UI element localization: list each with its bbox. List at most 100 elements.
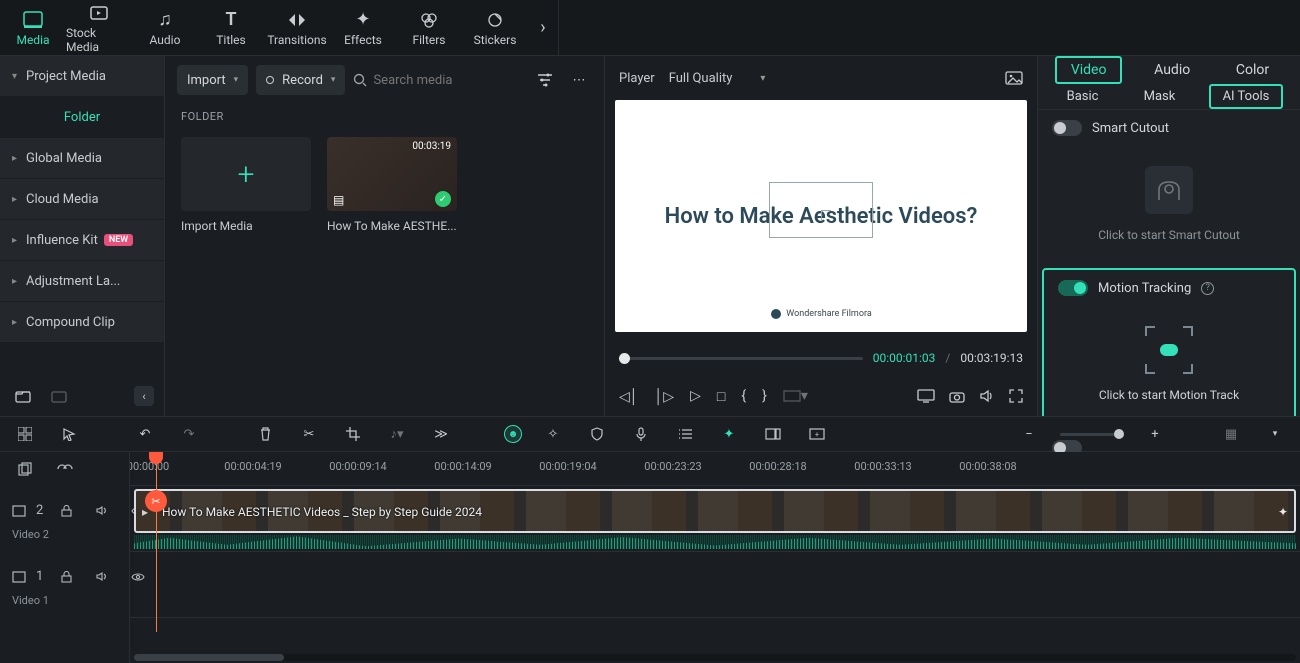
more-tools-button[interactable]: ≫ [428, 421, 454, 447]
new-folder-icon[interactable] [10, 383, 36, 409]
track-row-video2[interactable]: ▸ How To Make AESTHETIC Videos _ Step by… [130, 486, 1300, 552]
smart-cutout-label: Smart Cutout [1092, 121, 1169, 136]
list-button[interactable] [672, 421, 698, 447]
tab-stock-media[interactable]: Stock Media [66, 0, 132, 56]
inspector-tab-video[interactable]: Video [1055, 56, 1123, 84]
timeline-scrollbar[interactable] [134, 654, 1296, 661]
lock-icon[interactable] [53, 498, 79, 524]
inspector-subtab-basic[interactable]: Basic [1055, 86, 1111, 107]
next-frame-button[interactable]: │▷ [655, 388, 675, 405]
music-button[interactable]: ♪▾ [384, 421, 410, 447]
sidebar-item-influence-kit[interactable]: ▸ Influence Kit NEW [0, 220, 164, 260]
new-bin-icon[interactable] [46, 383, 72, 409]
tab-effects[interactable]: ✦ Effects [330, 0, 396, 56]
playhead-line[interactable] [156, 452, 157, 632]
inspector-tab-audio[interactable]: Audio [1140, 58, 1204, 82]
track-row-video1[interactable] [130, 552, 1300, 618]
ratio-button[interactable]: + [804, 421, 830, 447]
mute-icon[interactable] [89, 498, 115, 524]
lock-icon[interactable] [53, 564, 79, 590]
motion-track-box[interactable] [769, 182, 873, 238]
quality-dropdown[interactable]: Full Quality ▾ [669, 71, 766, 86]
mark-in-button[interactable]: { [741, 388, 746, 404]
tab-filters[interactable]: Filters [396, 0, 462, 56]
delete-button[interactable] [252, 421, 278, 447]
tab-titles[interactable]: T Titles [198, 0, 264, 56]
play-button[interactable]: ▷ [690, 388, 701, 404]
undo-button[interactable]: ↶ [132, 421, 158, 447]
smart-cutout-card[interactable]: Click to start Smart Cutout [1038, 146, 1300, 266]
smart-cutout-toggle[interactable] [1052, 120, 1082, 136]
import-media-tile[interactable]: + Import Media [181, 137, 311, 233]
effects-icon: ✦ [355, 9, 370, 31]
track-label: Video 2 [12, 528, 49, 541]
aspect-button[interactable]: ▾ [783, 388, 808, 404]
scrollbar-thumb[interactable] [134, 654, 284, 661]
track-head-video1[interactable]: 1 Video 1 [0, 552, 129, 618]
stop-button[interactable]: □ [717, 388, 725, 405]
snapshot-icon[interactable] [1005, 71, 1023, 85]
track-head-video2[interactable]: 2 Video 2 [0, 486, 129, 552]
more-icon[interactable]: ⋯ [566, 67, 592, 93]
import-dropdown[interactable]: Import ▾ [177, 65, 248, 95]
sparkle-button[interactable]: ✧ [540, 421, 566, 447]
motion-tracking-card[interactable]: Click to start Motion Track [1044, 306, 1294, 426]
zoom-in-button[interactable]: + [1142, 421, 1168, 447]
view-grid-icon[interactable]: ▦ [1218, 421, 1244, 447]
zoom-slider[interactable] [1060, 433, 1124, 436]
tabs-next-button[interactable]: › [528, 0, 558, 56]
help-icon[interactable]: ? [1201, 282, 1214, 295]
inspector-subtab-aitools[interactable]: AI Tools [1209, 84, 1284, 109]
cut-handle[interactable]: ✂ [145, 490, 167, 512]
video-clip[interactable]: ▸ How To Make AESTHETIC Videos _ Step by… [134, 489, 1296, 533]
redo-button[interactable]: ↷ [176, 421, 202, 447]
collapse-sidebar-button[interactable]: ‹ [134, 386, 154, 406]
sidebar-item-adjustment-layer[interactable]: ▸ Adjustment La... [0, 261, 164, 301]
shield-button[interactable] [584, 421, 610, 447]
scrub-knob[interactable] [619, 353, 630, 364]
motion-tracking-toggle[interactable] [1058, 280, 1088, 296]
timeline: 2 Video 2 1 [0, 452, 1300, 663]
player-canvas[interactable]: How to Make Aesthetic Videos? Wondershar… [615, 100, 1027, 332]
layout-icon[interactable] [12, 421, 38, 447]
zoom-knob[interactable] [1114, 429, 1124, 439]
timeline-copy-icon[interactable] [12, 456, 38, 482]
camera-button[interactable] [949, 390, 965, 403]
mic-button[interactable] [628, 421, 654, 447]
scrub-slider[interactable] [619, 357, 863, 360]
chevron-right-icon: ▸ [12, 317, 26, 328]
sidebar-item-global-media[interactable]: ▸ Global Media [0, 138, 164, 178]
view-menu-icon[interactable]: ▾ [1262, 421, 1288, 447]
zoom-out-button[interactable]: − [1016, 421, 1042, 447]
tab-transitions[interactable]: Transitions [264, 0, 330, 56]
timeline-ruler[interactable]: 00:00:0000:00:04:1900:00:09:1400:00:14:0… [130, 452, 1300, 486]
sidebar-item-folder[interactable]: Folder [0, 97, 164, 137]
tab-stickers[interactable]: Stickers [462, 0, 528, 56]
timeline-link-icon[interactable] [52, 456, 78, 482]
inspector-tab-color[interactable]: Color [1222, 58, 1283, 82]
ai-button[interactable]: ☻ [504, 425, 522, 443]
pointer-icon[interactable] [56, 421, 82, 447]
search-input[interactable] [373, 73, 483, 88]
media-clip-tile[interactable]: 00:03:19 ▤ ✓ How To Make AESTHE... [327, 137, 457, 233]
clip-fx-icon: ✦ [1278, 505, 1288, 519]
frame-button[interactable] [760, 421, 786, 447]
inspector-subtab-mask[interactable]: Mask [1132, 86, 1188, 107]
split-button[interactable]: ✂ [296, 421, 322, 447]
marker-button[interactable]: ✦ [716, 421, 742, 447]
mute-icon[interactable] [89, 564, 115, 590]
filter-icon[interactable] [532, 67, 558, 93]
volume-button[interactable] [979, 389, 995, 403]
motion-tracking-row: Motion Tracking ? [1044, 270, 1294, 306]
fullscreen-button[interactable] [1009, 389, 1023, 403]
tab-media[interactable]: Media [0, 0, 66, 56]
sidebar-item-cloud-media[interactable]: ▸ Cloud Media [0, 179, 164, 219]
display-button[interactable] [917, 389, 935, 403]
mark-out-button[interactable]: } [762, 388, 767, 404]
sidebar-item-compound-clip[interactable]: ▸ Compound Clip [0, 302, 164, 342]
prev-frame-button[interactable]: ◁│ [619, 388, 639, 405]
record-dropdown[interactable]: Record ▾ [256, 65, 345, 95]
crop-button[interactable] [340, 421, 366, 447]
sidebar-item-project-media[interactable]: ▾ Project Media [0, 56, 164, 96]
tab-audio[interactable]: ♫ Audio [132, 0, 198, 56]
